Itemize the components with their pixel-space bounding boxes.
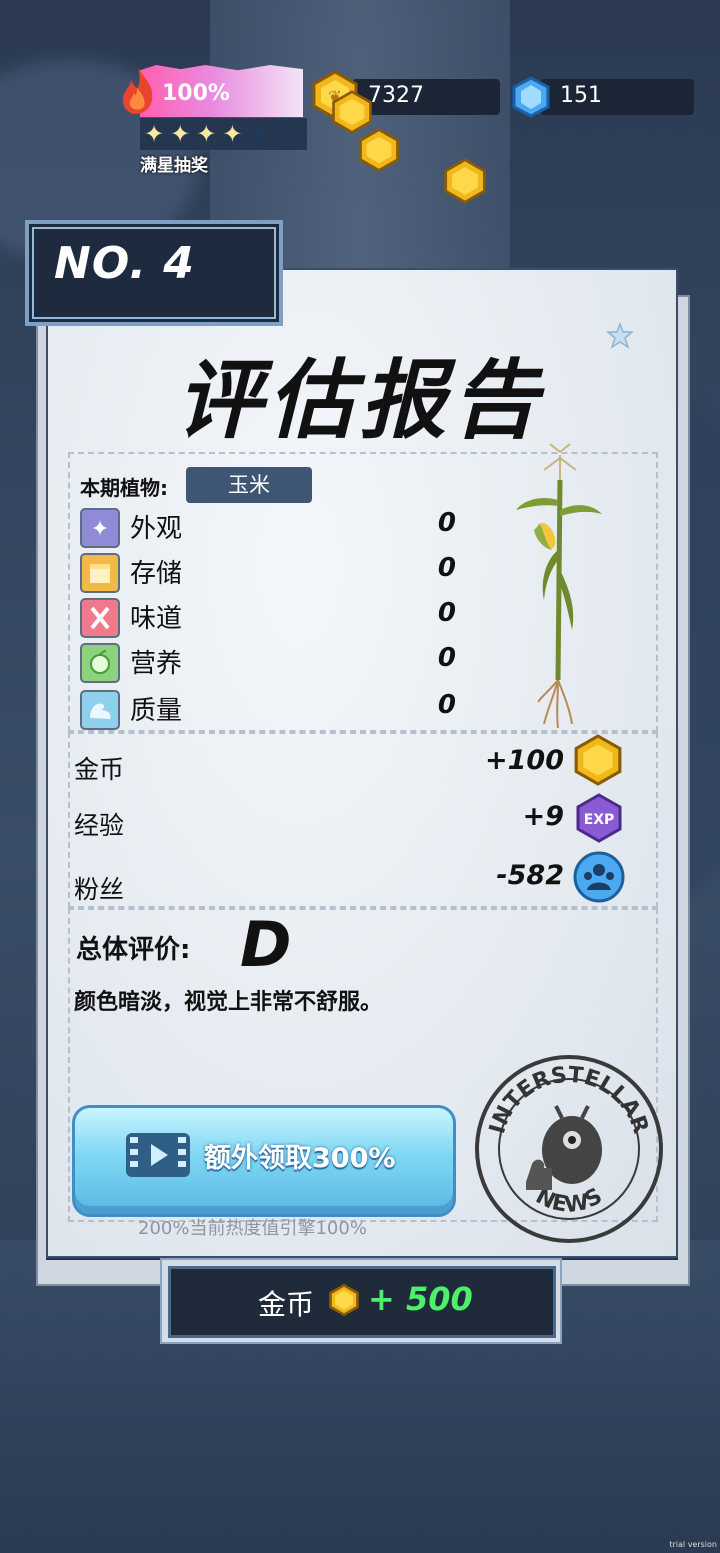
- report-title: 评估报告: [176, 351, 544, 451]
- heat-meter[interactable]: 100%: [140, 55, 303, 117]
- star-filled-icon: ✦: [222, 120, 243, 148]
- plant-name-badge: 玉米: [186, 467, 312, 503]
- plant-label: 本期植物:: [80, 476, 168, 500]
- attr-label-nutrition: 营养: [130, 649, 183, 679]
- star-rating: ✦ ✦ ✦ ✦ ✦: [140, 118, 307, 150]
- report-number: NO. 4: [54, 238, 195, 289]
- watch-video-bonus-label[interactable]: 额外领取300%: [204, 1136, 395, 1175]
- attr-label-appearance: 外观: [130, 514, 183, 544]
- coin-count: 7327: [368, 83, 424, 108]
- trial-watermark: trial version: [669, 1540, 717, 1549]
- coin-icon: [329, 1284, 359, 1316]
- appearance-icon: ✦: [80, 508, 120, 548]
- nutrition-icon: [80, 643, 120, 683]
- bonus-hint: 200%当前热度值引擎100%: [138, 1218, 367, 1239]
- interstellar-news-stamp: INTERSTELLAR NEWS: [475, 1055, 663, 1243]
- attr-value-appearance: 0: [437, 508, 456, 538]
- reward-label-fans: 粉丝: [74, 875, 125, 904]
- gem-icon: [512, 76, 550, 118]
- attr-value-storage: 0: [437, 553, 456, 583]
- claim-coins-button[interactable]: [168, 1266, 556, 1338]
- corn-plant-image: [516, 443, 602, 729]
- fans-icon: [573, 851, 625, 903]
- storage-box-icon: [80, 553, 120, 593]
- rewards-section: [68, 732, 658, 908]
- full-star-lottery-label[interactable]: 满星抽奖: [140, 151, 208, 176]
- attr-value-quality: 0: [437, 690, 456, 720]
- reward-value-coins: +100: [485, 745, 564, 776]
- flame-icon: [122, 68, 153, 114]
- reward-value-exp: +9: [522, 801, 564, 832]
- coin-icon: [444, 158, 486, 204]
- gem-count: 151: [560, 83, 602, 108]
- attr-label-quality: 质量: [130, 696, 183, 726]
- coin-icon: [359, 128, 399, 172]
- muscle-icon: [80, 690, 120, 730]
- claim-coins-amount[interactable]: + 500: [368, 1280, 473, 1318]
- svg-text:EXP: EXP: [584, 812, 615, 828]
- evaluation-comment: 颜色暗淡，视觉上非常不舒服。: [74, 990, 383, 1015]
- overall-grade: D: [240, 908, 292, 981]
- svg-text:✦: ✦: [91, 517, 109, 542]
- overall-grade-label: 总体评价:: [76, 935, 191, 965]
- coin-icon: [574, 734, 622, 786]
- reward-label-exp: 经验: [74, 811, 125, 840]
- attr-label-taste: 味道: [130, 604, 183, 634]
- star-filled-icon: ✦: [144, 120, 165, 148]
- attr-value-nutrition: 0: [437, 643, 456, 673]
- attr-label-storage: 存储: [130, 559, 183, 589]
- reward-value-fans: -582: [496, 860, 564, 891]
- fork-knife-icon: [80, 598, 120, 638]
- claim-coins-label[interactable]: 金币: [258, 1283, 314, 1323]
- attr-value-taste: 0: [437, 598, 456, 628]
- star-empty-icon: ✦: [248, 120, 269, 148]
- exp-icon: EXP: [576, 793, 622, 843]
- video-icon: [126, 1133, 190, 1177]
- star-filled-icon: ✦: [196, 120, 217, 148]
- reward-label-coins: 金币: [74, 755, 125, 784]
- star-filled-icon: ✦: [170, 120, 191, 148]
- heat-percent: 100%: [162, 81, 230, 106]
